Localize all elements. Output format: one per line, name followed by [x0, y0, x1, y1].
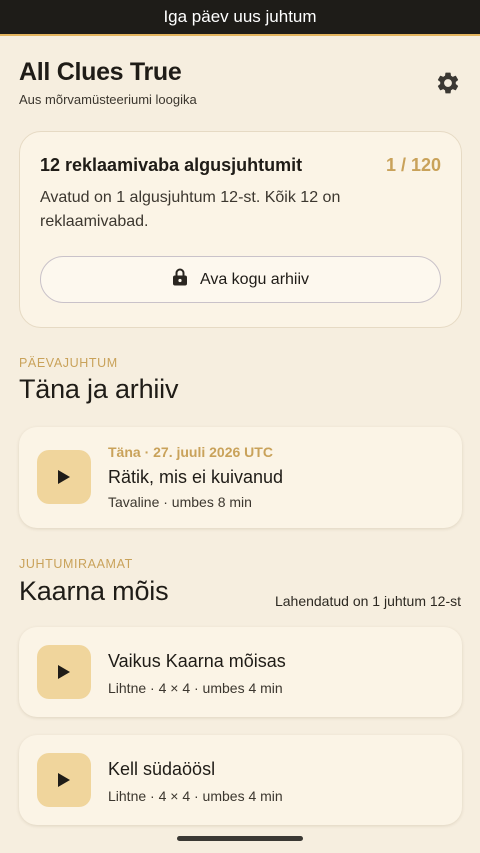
promo-title: 12 reklaamivaba algusjuhtumit — [40, 155, 303, 175]
daily-case-card[interactable]: Täna · 27. juuli 2026 UTC Rätik, mis ei … — [19, 427, 462, 528]
daily-overline: PÄEVAJUHTUM — [19, 356, 118, 370]
case-meta: Lihtne · 4 × 4 · umbes 4 min — [108, 680, 283, 696]
app-title: All Clues True — [19, 58, 182, 86]
daily-section-title: Täna ja arhiiv — [19, 374, 179, 404]
top-banner: Iga päev uus juhtum — [0, 0, 480, 36]
case-card[interactable]: Kell südaöösl Lihtne · 4 × 4 · umbes 4 m… — [19, 735, 462, 825]
case-card[interactable]: Vaikus Kaarna mõisas Lihtne · 4 × 4 · um… — [19, 627, 462, 717]
play-icon[interactable] — [37, 450, 91, 504]
daily-case-date: Täna · 27. juuli 2026 UTC — [108, 444, 273, 460]
case-meta: Lihtne · 4 × 4 · umbes 4 min — [108, 788, 283, 804]
open-archive-label: Ava kogu arhiiv — [199, 270, 310, 288]
casebook-progress: Lahendatud on 1 juhtum 12-st — [274, 593, 461, 609]
case-title: Kell südaöösl — [108, 759, 216, 779]
promo-card: 12 reklaamivaba algusjuhtumit 1 / 120 Av… — [19, 131, 462, 328]
home-indicator[interactable] — [177, 836, 303, 841]
daily-case-meta: Tavaline · umbes 8 min — [108, 494, 252, 510]
gear-icon[interactable] — [435, 70, 461, 96]
casebook-overline: JUHTUMIRAAMAT — [19, 557, 133, 571]
promo-count: 1 / 120 — [385, 155, 441, 175]
promo-description: Avatud on 1 algusjuhtum 12-st. Kõik 12 o… — [40, 189, 341, 230]
open-archive-button[interactable]: Ava kogu arhiiv — [40, 256, 441, 303]
play-icon[interactable] — [37, 753, 91, 807]
app-header: All Clues True Aus mõrvamüsteeriumi loog… — [19, 58, 461, 107]
daily-case-title: Rätik, mis ei kuivanud — [108, 467, 284, 487]
app-subtitle: Aus mõrvamüsteeriumi loogika — [19, 92, 197, 107]
case-title: Vaikus Kaarna mõisas — [108, 651, 286, 671]
casebook-section-title: Kaarna mõis — [19, 576, 169, 606]
lock-icon — [172, 268, 188, 291]
play-icon[interactable] — [37, 645, 91, 699]
banner-text: Iga päev uus juhtum — [163, 7, 317, 26]
